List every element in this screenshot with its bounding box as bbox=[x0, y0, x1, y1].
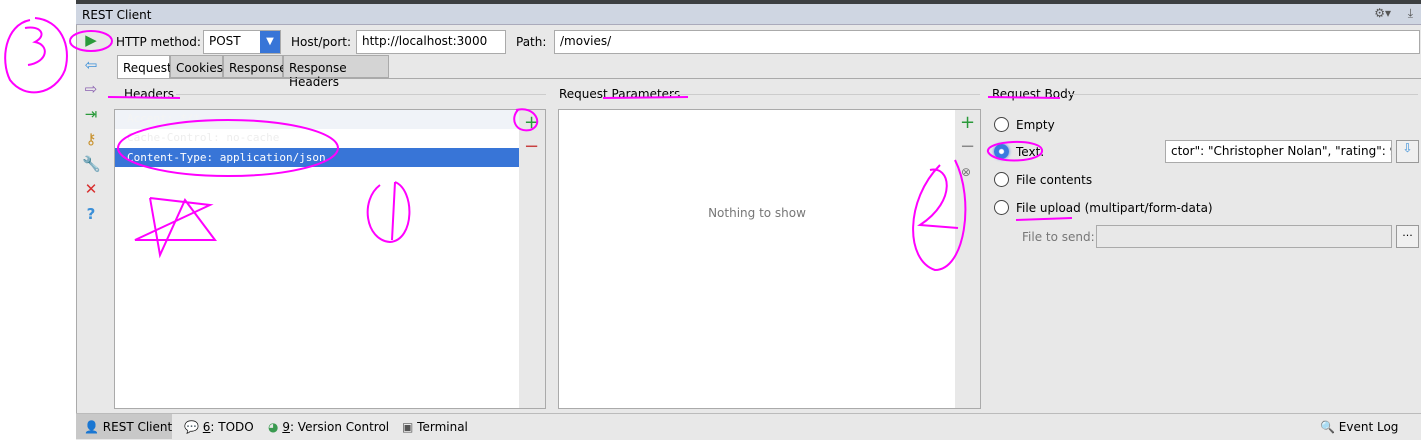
annotation-star bbox=[134, 197, 217, 259]
annotation-number-3 bbox=[24, 26, 46, 66]
annotation-number-1 bbox=[366, 181, 411, 244]
annotation-content-type-circle bbox=[117, 119, 339, 177]
annotation-overlay bbox=[4, 17, 1073, 272]
annotation-number-2 bbox=[912, 159, 967, 272]
annotation-plus-circle bbox=[513, 108, 539, 132]
annotation-run-circle bbox=[69, 30, 113, 52]
annotation-text-circle bbox=[987, 140, 1043, 162]
annotation-underline bbox=[107, 96, 181, 99]
